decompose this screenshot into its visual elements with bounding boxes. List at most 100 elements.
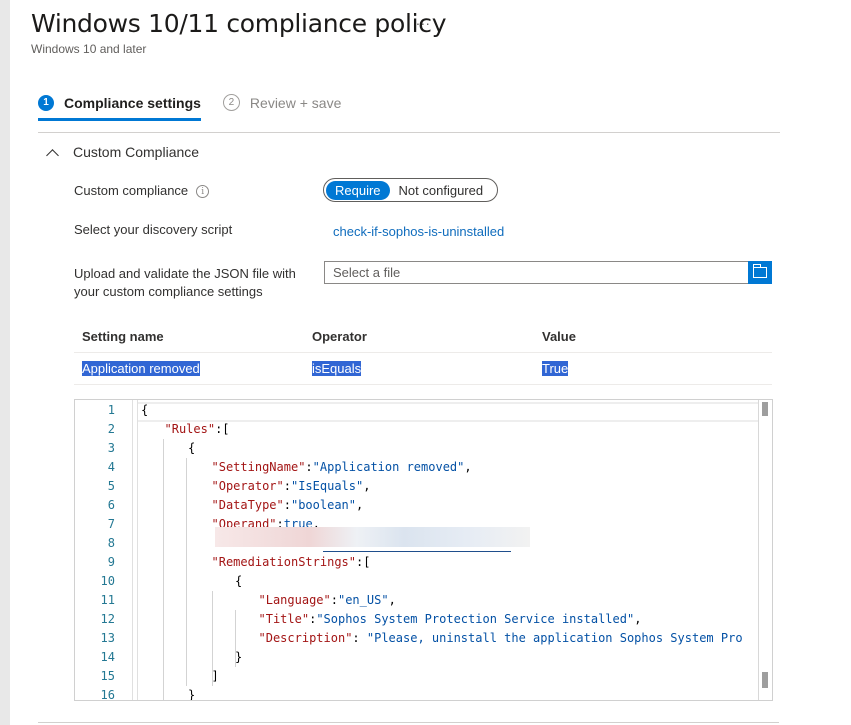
- vertical-scrollbar[interactable]: [758, 400, 772, 700]
- chevron-up-icon: [46, 148, 59, 162]
- line-number: 1: [107, 403, 115, 417]
- step-label: Review + save: [249, 94, 342, 111]
- current-line-highlight: [138, 402, 758, 422]
- steps-divider: [38, 132, 780, 133]
- code-token: :: [283, 479, 291, 493]
- bottom-divider: [38, 722, 779, 723]
- code-token: ,: [356, 498, 364, 512]
- toggle-option-require[interactable]: Require: [326, 180, 390, 200]
- section-title: Custom Compliance: [73, 144, 200, 160]
- scrollbar-thumb-marker[interactable]: [762, 402, 768, 416]
- toggle-option-not-configured[interactable]: Not configured: [390, 181, 493, 200]
- code-token: "IsEquals": [290, 479, 364, 493]
- code-token: "Title": [258, 612, 310, 626]
- code-token: {: [235, 574, 243, 588]
- code-text: }: [235, 648, 242, 667]
- table-header: Setting name Operator Value: [74, 320, 772, 353]
- code-token: ,: [388, 593, 396, 607]
- code-text: "RemediationStrings":[: [212, 553, 371, 572]
- indent-guide: [162, 439, 164, 700]
- code-token: "Description": [258, 631, 353, 645]
- step-number-badge: 2: [222, 94, 240, 111]
- column-header-setting-name: Setting name: [82, 328, 164, 344]
- page-title: Windows 10/11 compliance policy: [31, 9, 447, 38]
- code-token: :: [352, 631, 367, 645]
- discovery-script-link[interactable]: check-if-sophos-is-uninstalled: [333, 224, 504, 239]
- line-number: 9: [107, 555, 115, 569]
- cell-operator: isEquals: [312, 361, 542, 376]
- redacted-underline: [323, 551, 511, 552]
- code-token: "boolean": [290, 498, 357, 512]
- code-token: ,: [363, 479, 371, 493]
- page-subtitle: Windows 10 and later: [31, 42, 147, 56]
- code-text: {: [141, 401, 148, 420]
- code-text: "Description": "Please, uninstall the ap…: [259, 629, 743, 648]
- settings-table: Setting name Operator Value Application …: [74, 320, 772, 385]
- folder-icon: [753, 264, 767, 278]
- scrollbar-thumb[interactable]: [762, 672, 768, 688]
- section-toggle-custom-compliance[interactable]: Custom Compliance: [46, 144, 200, 162]
- info-icon[interactable]: i: [196, 185, 210, 199]
- cell-text: Application removed: [82, 361, 200, 376]
- cell-setting-name: Application removed: [74, 361, 312, 376]
- cell-value: True: [542, 361, 772, 376]
- code-text: "SettingName":"Application removed",: [212, 458, 472, 477]
- code-token: :: [330, 593, 338, 607]
- step-review-save[interactable]: 2 Review + save: [222, 94, 342, 121]
- json-upload-label-line2: your custom compliance settings: [74, 284, 263, 299]
- code-token: "DataType": [211, 498, 284, 512]
- code-token: "Rules": [164, 422, 216, 436]
- code-token: {: [188, 441, 196, 455]
- code-token: {: [141, 403, 149, 417]
- custom-compliance-toggle[interactable]: Require Not configured: [323, 178, 498, 202]
- line-number: 15: [100, 669, 115, 683]
- code-token: :[: [356, 555, 371, 569]
- line-number: 4: [107, 460, 115, 474]
- code-token: "RemediationStrings": [211, 555, 357, 569]
- json-upload-label: Upload and validate the JSON file with y…: [74, 265, 296, 301]
- code-token: "Please, uninstall the application Sopho…: [366, 631, 743, 645]
- line-number: 13: [100, 631, 115, 645]
- code-token: "Language": [258, 593, 331, 607]
- code-text: "Operator":"IsEquals",: [212, 477, 371, 496]
- code-token: ,: [634, 612, 642, 626]
- code-token: "en_US": [337, 593, 389, 607]
- json-upload-label-line1: Upload and validate the JSON file with: [74, 266, 296, 281]
- code-text: "Title":"Sophos System Protection Servic…: [259, 610, 642, 629]
- browse-file-button[interactable]: [748, 261, 772, 284]
- code-text: "Rules":[: [165, 420, 230, 439]
- line-number: 10: [100, 574, 115, 588]
- step-label: Compliance settings: [64, 94, 201, 111]
- json-code-editor[interactable]: 1{2 "Rules":[3{4 "SettingName":"Applicatio…: [74, 399, 773, 701]
- code-token: "Operator": [211, 479, 284, 493]
- cell-text: isEquals: [312, 361, 362, 376]
- code-token: ]: [211, 669, 219, 683]
- code-token: }: [188, 688, 196, 701]
- code-text: }: [188, 686, 196, 701]
- indent-guide: [186, 458, 187, 686]
- wizard-steps: 1 Compliance settings 2 Review + save: [38, 94, 363, 121]
- left-rail: [0, 0, 10, 725]
- code-token: "Sophos System Protection Service instal…: [316, 612, 635, 626]
- code-text: {: [188, 439, 195, 458]
- table-row[interactable]: Application removed isEquals True: [74, 353, 772, 385]
- indent-guide: [211, 591, 213, 686]
- line-number: 6: [107, 498, 115, 512]
- code-token: :[: [215, 422, 230, 436]
- column-header-operator: Operator: [312, 328, 367, 344]
- line-number: 11: [100, 593, 115, 607]
- line-number: 2: [107, 422, 115, 436]
- code-token: ,: [464, 460, 472, 474]
- json-file-input[interactable]: Select a file: [324, 261, 752, 284]
- step-compliance-settings[interactable]: 1 Compliance settings: [38, 94, 201, 121]
- more-options-button[interactable]: ...: [416, 12, 431, 28]
- indent-guide: [235, 610, 236, 667]
- code-text: "Language":"en_US",: [259, 591, 396, 610]
- code-text: "DataType":"boolean",: [212, 496, 364, 515]
- line-number: 7: [107, 517, 115, 531]
- custom-compliance-label: Custom compliance i: [74, 182, 210, 200]
- custom-compliance-label-text: Custom compliance: [74, 183, 189, 198]
- code-text: {: [235, 572, 242, 591]
- cell-text: True: [542, 361, 569, 376]
- line-number: 5: [107, 479, 115, 493]
